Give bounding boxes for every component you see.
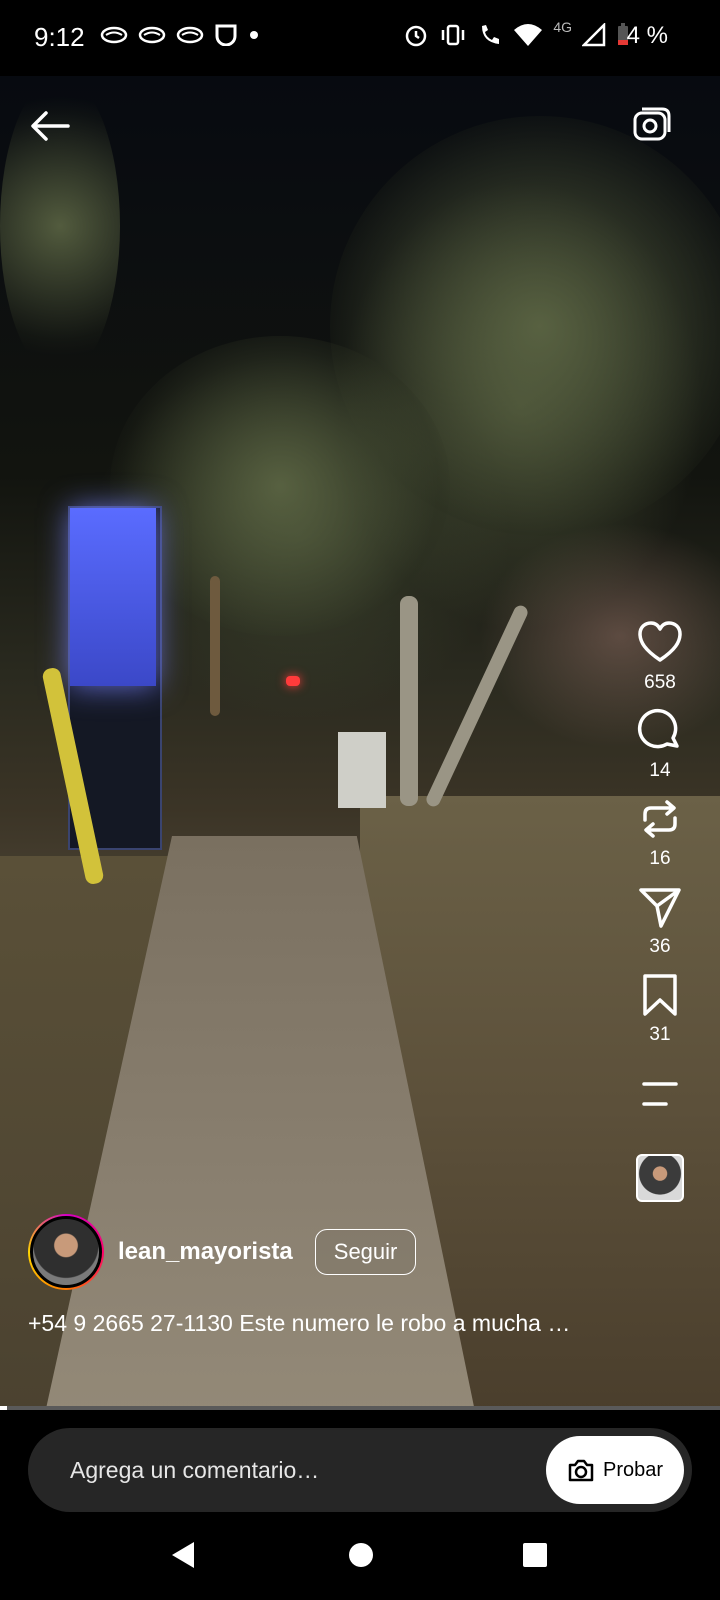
network-type: 4G [553, 19, 572, 35]
notification-icon [215, 24, 237, 46]
status-bar: 9:12 4G 4 % [0, 0, 720, 76]
try-button[interactable]: Probar [546, 1436, 684, 1504]
alarm-icon [406, 25, 427, 47]
tree-trunk [210, 576, 220, 716]
repost-count: 16 [649, 848, 671, 869]
status-notification-icons [100, 24, 260, 46]
square-recents-icon[interactable] [520, 1540, 550, 1570]
status-time: 9:12 [34, 22, 85, 52]
username[interactable]: lean_mayorista [118, 1238, 293, 1266]
arrow-left-icon[interactable] [28, 108, 72, 144]
heart-icon[interactable] [637, 620, 683, 666]
wifi-icon [514, 24, 543, 46]
comment-icon[interactable] [637, 708, 683, 754]
comment-action[interactable]: 14 [637, 708, 683, 782]
send-icon[interactable] [637, 884, 683, 930]
triangle-back-icon[interactable] [168, 1540, 198, 1570]
utility-box [338, 732, 386, 808]
cloud-icon [100, 26, 128, 44]
car-tail-light [286, 676, 300, 686]
follow-button[interactable]: Seguir [314, 1229, 417, 1275]
comment-input[interactable]: Agrega un comentario… [70, 1457, 546, 1484]
author-row: lean_mayorista Seguir [28, 1214, 417, 1290]
system-nav-bar [0, 1512, 720, 1600]
try-label: Probar [602, 1458, 664, 1481]
wifi-call-icon [482, 25, 500, 44]
avatar[interactable] [28, 1214, 104, 1290]
save-count: 31 [649, 1024, 671, 1045]
audio-thumbnail[interactable] [636, 1154, 684, 1202]
comment-count: 14 [649, 760, 671, 781]
circle-home-icon[interactable] [346, 1540, 376, 1570]
camera-icon[interactable] [632, 104, 672, 144]
share-action[interactable]: 36 [637, 884, 683, 958]
vibrate-icon [442, 24, 465, 46]
cloud-icon [138, 26, 166, 44]
bookmark-icon[interactable] [637, 972, 683, 1018]
battery-percent: 4 % [626, 22, 668, 49]
tree-trunk [400, 596, 418, 806]
tree-trunk [424, 603, 530, 809]
status-system-icons: 4G [403, 19, 630, 48]
signal-icon [582, 23, 606, 47]
video-progress-bar[interactable] [0, 1406, 720, 1410]
repost-icon[interactable] [637, 796, 683, 842]
dot-icon [250, 31, 258, 39]
camera-icon [568, 1459, 594, 1482]
comment-bar: Agrega un comentario… Probar [28, 1428, 692, 1512]
caption[interactable]: +54 9 2665 27-1130 Este numero le robo a… [28, 1310, 608, 1337]
more-options-icon[interactable] [640, 1074, 680, 1114]
action-rail: 658 14 16 36 31 [628, 620, 692, 1202]
repost-action[interactable]: 16 [637, 796, 683, 870]
share-count: 36 [649, 936, 671, 957]
like-count: 658 [644, 672, 676, 693]
cloud-icon [176, 26, 204, 44]
like-action[interactable]: 658 [637, 620, 683, 694]
reel-video[interactable] [0, 76, 720, 1406]
save-action[interactable]: 31 [637, 972, 683, 1046]
video-progress-fill [0, 1406, 8, 1410]
